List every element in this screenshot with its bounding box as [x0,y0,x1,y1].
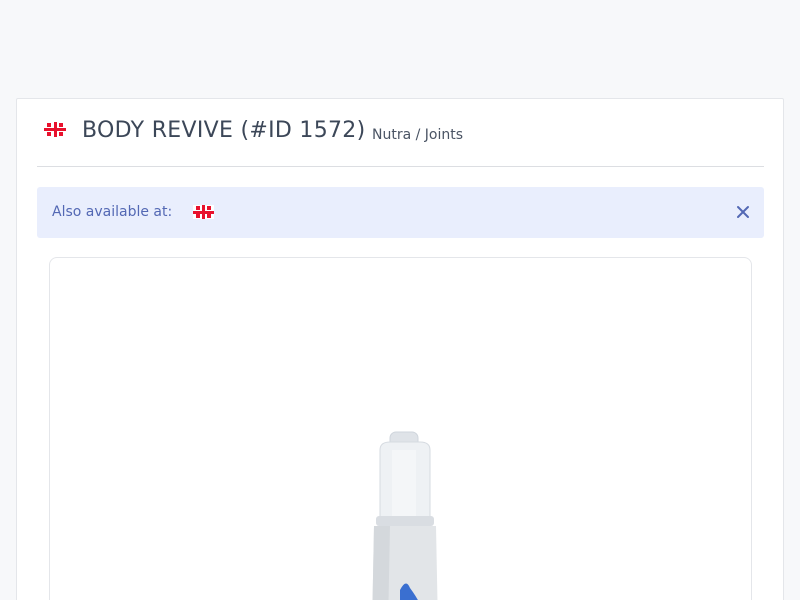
offer-card: BODY REVIVE (#ID 1572) Nutra / Joints Al… [16,98,784,600]
georgia-flag-icon[interactable] [193,205,214,219]
product-bottle-image [372,431,438,600]
availability-alert-text: Also available at: [52,204,173,220]
georgia-flag-icon [44,122,66,137]
availability-alert: Also available at: [37,187,764,238]
offer-title: BODY REVIVE (#ID 1572) [82,118,366,143]
offer-category: Nutra / Joints [372,127,464,143]
product-image-frame [49,257,752,600]
close-icon[interactable] [734,203,752,221]
offer-header: BODY REVIVE (#ID 1572) Nutra / Joints [37,99,764,167]
